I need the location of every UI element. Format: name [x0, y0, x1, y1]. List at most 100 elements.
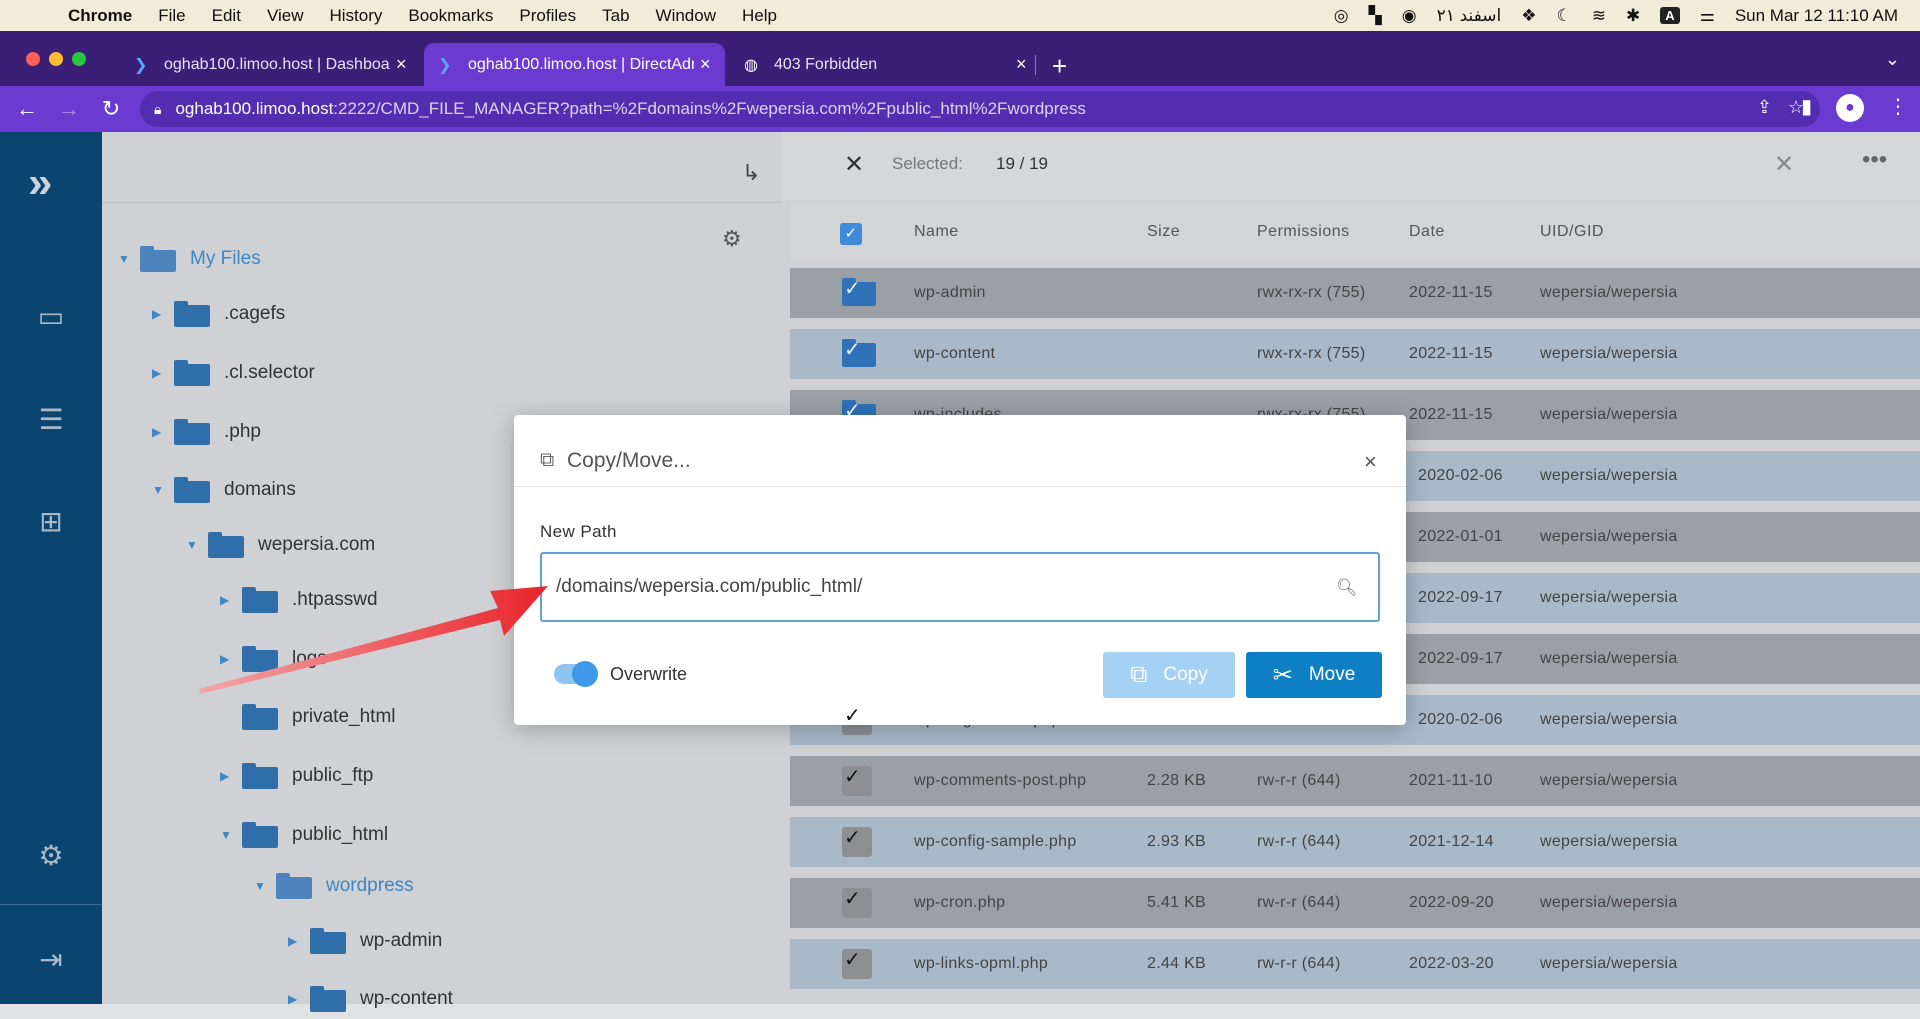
caret-down-icon[interactable]: ▼ — [254, 879, 276, 893]
table-row[interactable]: ✓ wp-cron.php 5.41 KB rw-r-r (644) 2022-… — [790, 878, 1920, 928]
lock-icon[interactable]: 🔒︎ — [154, 101, 161, 118]
more-options-icon[interactable]: ••• — [1862, 146, 1887, 174]
chrome-menu-icon[interactable]: ⋮ — [1888, 94, 1908, 122]
zoom-window-button[interactable] — [72, 52, 86, 66]
tree-item-wp-admin[interactable]: ▶ wp-admin — [288, 921, 442, 961]
caret-down-icon[interactable]: ▼ — [152, 483, 174, 497]
share-icon[interactable]: ⇪ — [1757, 97, 1772, 118]
select-all-checkbox[interactable]: ✓ — [840, 223, 862, 245]
column-header-size[interactable]: Size — [1147, 223, 1180, 241]
tree-item-logs[interactable]: ▶ logs — [220, 639, 327, 679]
layout-icon[interactable]: ▚ — [1369, 6, 1382, 26]
wifi-icon[interactable]: ≋ — [1592, 6, 1606, 26]
column-header-uid[interactable]: UID/GID — [1540, 223, 1604, 241]
tab-directadmin[interactable]: ❯ oghab100.limoo.host | DirectAdmin × — [424, 43, 725, 86]
menu-window[interactable]: Window — [656, 6, 716, 26]
menu-edit[interactable]: Edit — [212, 6, 241, 26]
checkmark-icon[interactable]: ✓ — [844, 398, 861, 423]
browse-folder-search-icon[interactable]: 🔍︎ — [1336, 578, 1358, 598]
close-window-button[interactable] — [26, 52, 40, 66]
menu-file[interactable]: File — [158, 6, 185, 26]
checkmark-icon[interactable]: ✓ — [844, 886, 861, 911]
column-header-name[interactable]: Name — [914, 223, 959, 241]
caret-down-icon[interactable]: ▼ — [220, 828, 242, 842]
caret-right-icon[interactable]: ▶ — [220, 593, 242, 607]
caret-down-icon[interactable]: ▼ — [118, 252, 140, 266]
tab-dashboard[interactable]: ❯ oghab100.limoo.host | Dashboard × — [120, 43, 421, 86]
reload-icon[interactable]: ↻ — [90, 96, 132, 122]
tab-close-icon[interactable]: × — [396, 54, 407, 75]
tree-root-my-files[interactable]: ▼ My Files — [118, 239, 261, 279]
table-row[interactable]: ✓ wp-comments-post.php 2.28 KB rw-r-r (6… — [790, 756, 1920, 806]
caret-down-icon[interactable]: ▼ — [186, 538, 208, 552]
menu-bookmarks[interactable]: Bookmarks — [408, 6, 493, 26]
moon-icon[interactable]: ☾ — [1556, 6, 1571, 26]
new-tab-button[interactable]: + — [1052, 51, 1067, 82]
tree-item-cl-selector[interactable]: ▶ .cl.selector — [152, 353, 315, 393]
menu-tab[interactable]: Tab — [602, 6, 629, 26]
menubar-clock[interactable]: Sun Mar 12 11:10 AM — [1735, 6, 1898, 26]
keyboard-badge[interactable]: A — [1660, 7, 1680, 24]
table-row[interactable]: ✓ wp-content rwx-rx-rx (755) 2022-11-15 … — [790, 329, 1920, 379]
checkmark-icon[interactable]: ✓ — [844, 764, 861, 789]
logout-icon[interactable]: ⇥ — [31, 940, 71, 980]
document-icon[interactable]: ☰ — [31, 400, 71, 440]
caret-right-icon[interactable]: ▶ — [220, 652, 242, 666]
checkmark-icon[interactable]: ✓ — [844, 825, 861, 850]
forward-arrow-icon[interactable]: → — [48, 96, 90, 122]
caret-right-icon[interactable]: ▶ — [220, 769, 242, 783]
directadmin-logo-icon[interactable]: » — [28, 158, 52, 208]
new-path-input[interactable] — [540, 552, 1380, 622]
caret-right-icon[interactable]: ▶ — [152, 307, 174, 321]
tab-403-forbidden[interactable]: ◍ 403 Forbidden × — [730, 43, 1041, 86]
menu-app[interactable]: Chrome — [68, 6, 132, 26]
menu-help[interactable]: Help — [742, 6, 777, 26]
checkmark-icon[interactable]: ✓ — [844, 337, 861, 362]
caret-right-icon[interactable]: ▶ — [152, 366, 174, 380]
column-header-permissions[interactable]: Permissions — [1257, 223, 1350, 241]
menu-view[interactable]: View — [267, 6, 304, 26]
checkmark-icon[interactable]: ✓ — [844, 276, 861, 301]
tree-item-public-ftp[interactable]: ▶ public_ftp — [220, 756, 373, 796]
clear-selection-icon[interactable]: ✕ — [1774, 150, 1794, 179]
tab-close-icon[interactable]: × — [1016, 54, 1027, 75]
deselect-all-icon[interactable]: ✕ — [844, 150, 864, 179]
copy-button[interactable]: ⧉ Copy — [1103, 652, 1235, 698]
checkmark-icon[interactable]: ✓ — [844, 703, 861, 728]
settings-sliders-icon[interactable]: ⚙ — [31, 836, 71, 876]
move-button[interactable]: ✂ Move — [1246, 652, 1382, 698]
add-box-icon[interactable]: ⊞ — [31, 502, 71, 542]
back-arrow-icon[interactable]: ← — [6, 96, 48, 122]
overwrite-toggle[interactable] — [554, 661, 598, 687]
menu-history[interactable]: History — [329, 6, 382, 26]
bluetooth-icon[interactable]: ✱ — [1626, 6, 1640, 26]
tree-item-wepersia-com[interactable]: ▼ wepersia.com — [186, 525, 375, 565]
dropbox-icon[interactable]: ❖ — [1521, 6, 1536, 26]
input-source-date[interactable]: ۲۱ اسفند — [1437, 6, 1502, 26]
tree-item-cagefs[interactable]: ▶ .cagefs — [152, 294, 285, 334]
checkmark-icon[interactable]: ✓ — [844, 947, 861, 972]
column-header-date[interactable]: Date — [1409, 223, 1445, 241]
cc-icon[interactable]: ◉ — [1402, 6, 1417, 26]
tab-close-icon[interactable]: × — [700, 54, 711, 75]
tab-search-chevron-icon[interactable]: ⌄ — [1885, 49, 1900, 70]
tree-item-php[interactable]: ▶ .php — [152, 412, 261, 452]
tree-item-wordpress[interactable]: ▼ wordpress — [254, 866, 414, 906]
table-row[interactable]: ✓ wp-config-sample.php 2.93 KB rw-r-r (6… — [790, 817, 1920, 867]
minimize-window-button[interactable] — [49, 52, 63, 66]
creative-cloud-icon[interactable]: ◎ — [1334, 6, 1349, 26]
tree-item-htpasswd[interactable]: ▶ .htpasswd — [220, 580, 378, 620]
address-bar[interactable]: 🔒︎ oghab100.limoo.host:2222/CMD_FILE_MAN… — [140, 91, 1820, 127]
table-row[interactable]: ✓ wp-admin rwx-rx-rx (755) 2022-11-15 we… — [790, 268, 1920, 318]
gear-icon[interactable]: ⚙ — [722, 226, 742, 252]
folder-icon[interactable]: ▭ — [31, 297, 71, 337]
menu-profiles[interactable]: Profiles — [519, 6, 576, 26]
tree-item-public-html[interactable]: ▼ public_html — [220, 815, 388, 855]
collapse-tree-icon[interactable]: ↳ — [742, 160, 760, 186]
control-center-icon[interactable]: ⚌ — [1700, 6, 1715, 26]
close-icon[interactable]: × — [1364, 449, 1377, 475]
caret-right-icon[interactable]: ▶ — [288, 934, 310, 948]
tree-item-wp-content[interactable]: ▶ wp-content — [288, 979, 453, 1019]
tree-item-private-html[interactable]: private_html — [220, 697, 396, 737]
tree-item-domains[interactable]: ▼ domains — [152, 470, 296, 510]
